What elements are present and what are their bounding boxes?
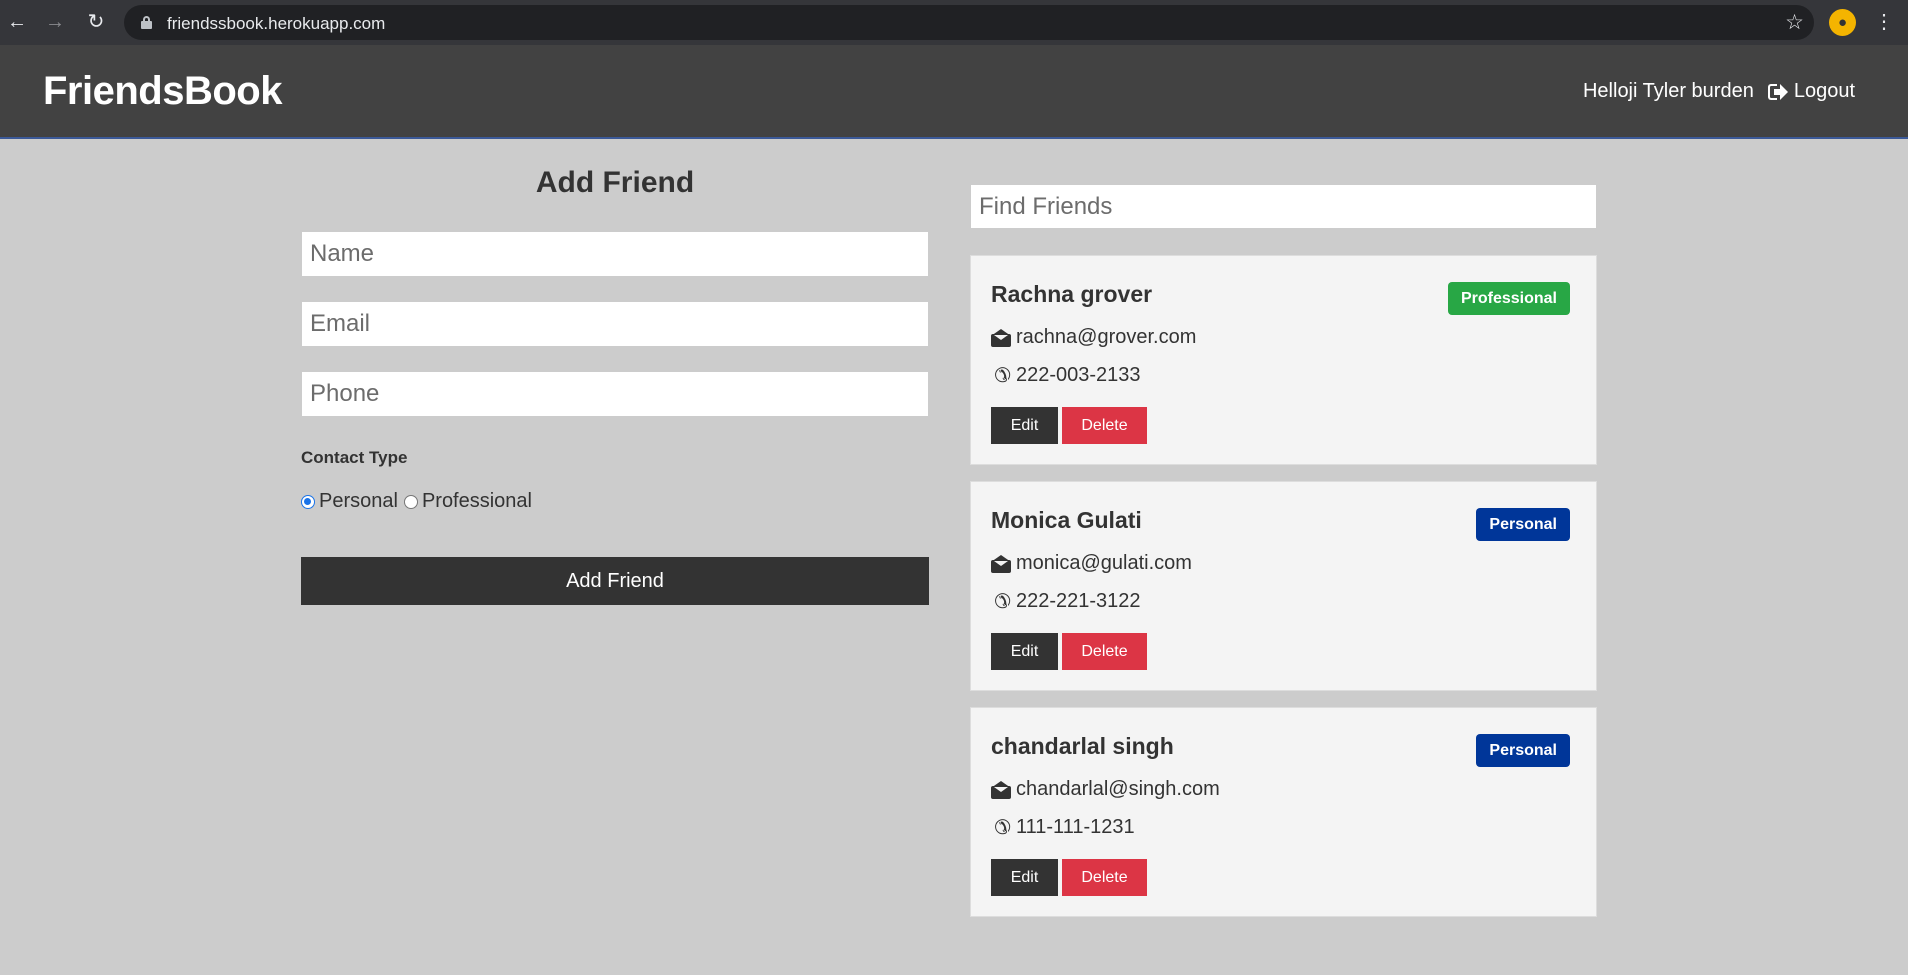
contact-name: Rachna grover xyxy=(991,281,1153,307)
contact-name: Monica Gulati xyxy=(991,507,1142,533)
name-input[interactable] xyxy=(301,231,929,277)
contact-phone-line: ✆ 111-111-1231 xyxy=(991,816,1135,839)
menu-icon[interactable]: ⋮ xyxy=(1874,10,1894,34)
contact-email: chandarlal@singh.com xyxy=(1016,778,1220,800)
edit-button[interactable]: Edit xyxy=(991,633,1058,670)
address-bar[interactable]: friendssbook.herokuapp.com ☆ xyxy=(124,5,1814,40)
phone-input[interactable] xyxy=(301,371,929,417)
contact-phone: 222-003-2133 xyxy=(1016,364,1141,386)
contact-phone-line: ✆ 222-003-2133 xyxy=(991,364,1141,387)
greeting-text: Helloji Tyler burden xyxy=(1582,80,1754,102)
delete-button[interactable]: Delete xyxy=(1062,633,1147,670)
delete-button[interactable]: Delete xyxy=(1062,859,1147,896)
edit-button[interactable]: Edit xyxy=(991,407,1058,444)
envelope-icon xyxy=(991,780,1011,799)
app-navbar: FriendsBook Helloji Tyler burden Logout xyxy=(0,45,1908,139)
find-friends-input[interactable] xyxy=(970,184,1597,229)
logout-link[interactable]: Logout xyxy=(1767,80,1855,103)
contact-type-badge: Professional xyxy=(1447,282,1570,315)
phone-icon: ✆ xyxy=(994,364,1011,387)
delete-button[interactable]: Delete xyxy=(1062,407,1147,444)
logout-label: Logout xyxy=(1793,80,1855,102)
contact-phone-line: ✆ 222-221-3122 xyxy=(991,590,1141,613)
contact-email-line: rachna@grover.com xyxy=(991,326,1196,349)
back-icon[interactable]: ← xyxy=(4,9,30,35)
contact-card: Monica Gulati Personal monica@gulati.com… xyxy=(970,481,1597,691)
edit-button[interactable]: Edit xyxy=(991,859,1058,896)
radio-professional[interactable] xyxy=(403,494,418,509)
contact-email: rachna@grover.com xyxy=(1016,326,1197,348)
browser-toolbar: ← → ↻ friendssbook.herokuapp.com ☆ ● ⋮ xyxy=(0,0,1908,45)
envelope-icon xyxy=(991,328,1011,347)
contact-type-options: Personal Professional xyxy=(301,490,538,513)
envelope-icon xyxy=(991,554,1011,573)
brand-logo[interactable]: FriendsBook xyxy=(43,69,282,114)
radio-personal-label[interactable]: Personal xyxy=(319,490,398,513)
navbar-user-area: Helloji Tyler burden Logout xyxy=(1583,80,1855,103)
contact-phone: 111-111-1231 xyxy=(1016,816,1135,838)
contact-card: chandarlal singh Personal chandarlal@sin… xyxy=(970,707,1597,917)
phone-icon: ✆ xyxy=(994,590,1011,613)
contact-type-badge: Personal xyxy=(1476,734,1570,767)
sign-out-icon xyxy=(1767,83,1788,100)
contact-name: chandarlal singh xyxy=(991,733,1174,759)
reload-icon[interactable]: ↻ xyxy=(83,9,109,35)
forward-icon[interactable]: → xyxy=(42,9,68,35)
radio-personal[interactable] xyxy=(301,494,315,509)
contact-type-badge: Personal xyxy=(1476,508,1570,541)
contact-phone: 222-221-3122 xyxy=(1016,590,1141,612)
contact-card: Rachna grover Professional rachna@grover… xyxy=(970,255,1597,465)
contact-email-line: monica@gulati.com xyxy=(991,552,1192,575)
add-friend-form: Add Friend Contact Type Personal Profess… xyxy=(301,160,929,605)
contact-email-line: chandarlal@singh.com xyxy=(991,778,1220,801)
profile-avatar[interactable]: ● xyxy=(1829,9,1856,36)
form-title: Add Friend xyxy=(535,166,695,199)
add-friend-button[interactable]: Add Friend xyxy=(301,557,929,605)
star-icon[interactable]: ☆ xyxy=(1785,10,1804,35)
lock-icon xyxy=(141,16,152,29)
url-text: friendssbook.herokuapp.com xyxy=(167,14,386,33)
phone-icon: ✆ xyxy=(994,816,1011,839)
radio-professional-label[interactable]: Professional xyxy=(422,490,532,513)
contact-email: monica@gulati.com xyxy=(1016,552,1192,574)
contact-type-label: Contact Type xyxy=(301,448,408,467)
email-input[interactable] xyxy=(301,301,929,347)
